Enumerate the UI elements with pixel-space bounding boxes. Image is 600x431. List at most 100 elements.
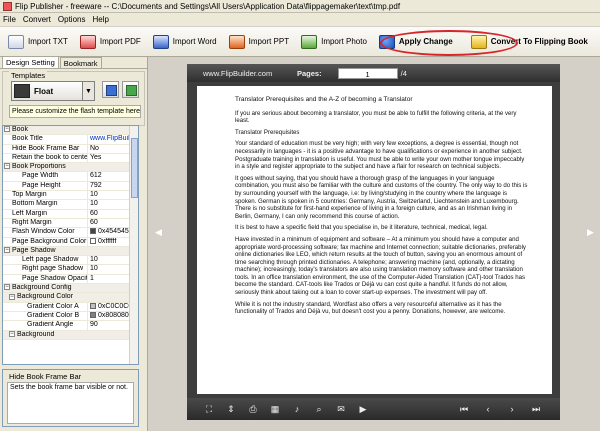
property-row[interactable]: Page Height 792 [3, 181, 138, 192]
property-category-key: − Book Proportions [3, 163, 66, 171]
import-txt-button[interactable]: Import TXT [4, 31, 72, 53]
property-row[interactable]: Left page Shadow 10 [3, 256, 138, 266]
property-row[interactable]: Flash Window Color 0x454545 [3, 228, 138, 238]
property-category[interactable]: − Page Shadow [3, 246, 138, 257]
property-row[interactable]: Gradient Color B 0x808080 [3, 311, 138, 322]
property-category[interactable]: − Background [3, 330, 138, 340]
menu-convert[interactable]: Convert [23, 15, 51, 24]
property-category-key: − Background Color [3, 293, 73, 301]
property-scrollbar[interactable] [129, 126, 138, 364]
apply-change-label: Apply Change [398, 37, 453, 46]
apply-change-button[interactable]: Apply Change [375, 31, 457, 53]
viewer-bottom-bar: ⛶ ⇕ ⎙ ▦ ♪ ⌕ ✉ ▶ ⏮ ‹ › ⏭ [187, 398, 560, 420]
property-value-text: 0x454545 [98, 228, 129, 236]
collapse-icon[interactable]: − [9, 293, 15, 300]
save-template-button[interactable] [102, 81, 119, 98]
window-title: Flip Publisher - freeware -- C:\Document… [15, 1, 401, 11]
prev-page-arrow-icon[interactable]: ◀ [155, 227, 162, 238]
search-icon[interactable]: ⌕ [311, 403, 327, 415]
chevron-down-icon[interactable]: ▼ [82, 82, 94, 100]
import-photo-button[interactable]: Import Photo [297, 31, 371, 53]
import-pdf-button[interactable]: Import PDF [76, 31, 145, 53]
property-row[interactable]: Page Background Color 0xffffff [3, 237, 138, 247]
collapse-icon[interactable]: − [4, 163, 10, 170]
property-label: Hide Book Frame Bar [3, 144, 88, 153]
property-value-text: 612 [90, 172, 102, 180]
pdf-icon [79, 34, 96, 49]
menu-file[interactable]: File [3, 15, 16, 24]
property-row[interactable]: Top Margin 10 [3, 191, 138, 201]
export-template-button[interactable] [122, 81, 139, 98]
template-name: Float [34, 86, 54, 96]
collapse-icon[interactable]: − [4, 126, 10, 133]
color-swatch[interactable] [90, 237, 96, 244]
property-row[interactable]: Right Margin 60 [3, 218, 138, 229]
property-row[interactable]: Bottom Margin 10 [3, 200, 138, 210]
property-category-key: − Background [3, 331, 54, 339]
import-ppt-label: Import PPT [248, 37, 290, 46]
property-row[interactable]: Gradient Angle 90 [3, 321, 138, 331]
share-icon[interactable]: ✉ [333, 403, 349, 415]
color-swatch[interactable] [90, 312, 96, 319]
prev-page-icon[interactable]: ‹ [480, 403, 496, 415]
app-icon [3, 1, 12, 11]
property-row[interactable]: Book Title www.FlipBuil... [3, 135, 138, 145]
color-swatch[interactable] [90, 228, 96, 235]
property-row[interactable]: Right page Shadow 10 [3, 265, 138, 275]
property-category-label: Book Proportions [12, 163, 66, 171]
property-row[interactable]: Page Width 612 [3, 172, 138, 182]
collapse-icon[interactable]: − [9, 330, 15, 337]
page-number-input[interactable]: 1 [337, 67, 398, 79]
collapse-icon[interactable]: − [4, 284, 10, 291]
property-value-text: 0xC0C0C0 [98, 302, 133, 310]
property-category[interactable]: − Background Color [3, 293, 138, 303]
property-category[interactable]: − Background Config [3, 284, 138, 294]
flipbook-viewer: www.FlipBuilder.com Pages: 1 /4 Translat… [187, 64, 560, 420]
convert-flipbook-button[interactable]: Convert To Flipping Book [467, 31, 592, 53]
tab-design-setting[interactable]: Design Setting [2, 56, 59, 68]
color-swatch[interactable] [90, 302, 96, 309]
first-page-icon[interactable]: ⏮ [456, 403, 472, 415]
property-row[interactable]: Left Margin 60 [3, 209, 138, 219]
property-value-text: 60 [90, 209, 98, 217]
property-value-text: 1 [90, 274, 94, 282]
thumbnails-icon[interactable]: ▦ [267, 403, 283, 415]
property-category-label: Book [12, 126, 28, 133]
templates-label: Templates [9, 71, 48, 80]
viewer-top-bar: www.FlipBuilder.com Pages: 1 /4 [187, 64, 560, 82]
property-category-label: Background Color [17, 293, 74, 301]
sound-icon[interactable]: ♪ [289, 403, 305, 415]
last-page-icon[interactable]: ⏭ [528, 403, 544, 415]
viewer-brand[interactable]: www.FlipBuilder.com [203, 69, 283, 78]
next-page-arrow-icon[interactable]: ▶ [587, 227, 594, 238]
property-label: Retain the book to center [3, 153, 88, 163]
word-icon [152, 34, 169, 49]
print-icon[interactable]: ⎙ [245, 403, 261, 415]
import-word-label: Import Word [172, 37, 217, 46]
import-txt-label: Import TXT [28, 37, 68, 46]
customize-template-link[interactable]: Please customize the flash template here [9, 105, 141, 118]
next-page-icon[interactable]: › [504, 403, 520, 415]
property-category[interactable]: − Book Proportions [3, 163, 138, 173]
property-category[interactable]: − Book [3, 126, 138, 136]
total-pages: /4 [400, 68, 407, 78]
property-row[interactable]: Hide Book Frame Bar No [3, 144, 138, 154]
property-label: Gradient Color A [3, 302, 88, 311]
import-ppt-button[interactable]: Import PPT [225, 31, 293, 53]
tab-bookmark[interactable]: Bookmark [59, 57, 102, 68]
autoplay-icon[interactable]: ▶ [355, 403, 371, 415]
template-select[interactable]: Float ▼ [11, 81, 95, 101]
property-category-label: Background [17, 330, 55, 338]
property-value-text: 60 [90, 218, 98, 226]
fullscreen-icon[interactable]: ⛶ [201, 403, 217, 415]
import-word-button[interactable]: Import Word [149, 31, 221, 53]
menu-help[interactable]: Help [92, 15, 108, 24]
property-row[interactable]: Gradient Color A 0xC0C0C0 [3, 302, 138, 312]
property-row[interactable]: Page Shadow Opacity 1 [3, 274, 138, 285]
property-row[interactable]: Retain the book to center Yes [3, 153, 138, 164]
menu-options[interactable]: Options [58, 15, 86, 24]
scrollbar-thumb[interactable] [131, 138, 138, 198]
zoom-icon[interactable]: ⇕ [223, 403, 239, 415]
property-label: Page Shadow Opacity [3, 274, 88, 284]
collapse-icon[interactable]: − [4, 247, 10, 254]
